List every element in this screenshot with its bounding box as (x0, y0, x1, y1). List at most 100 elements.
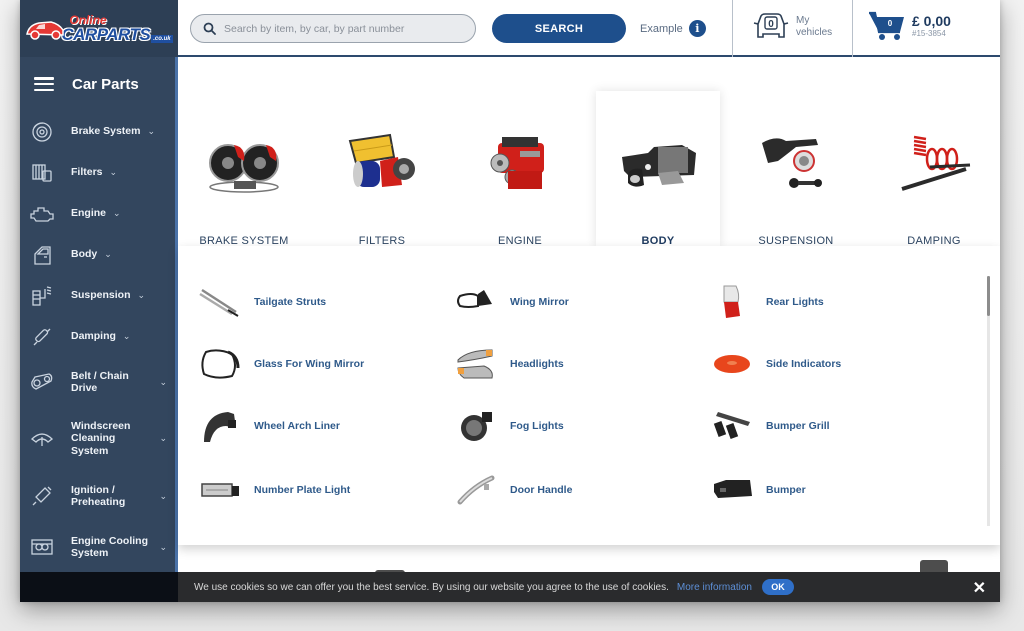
header-divider (732, 0, 733, 57)
subcategory-side-indicators[interactable]: Side Indicators (710, 346, 841, 382)
header: SEARCH Example i 0 My vehicles (178, 0, 1000, 57)
sidebar-item-suspension[interactable]: Suspension ⌄ (20, 275, 175, 316)
category-engine[interactable]: ENGINE (458, 91, 582, 247)
scrollbar-thumb[interactable] (987, 276, 990, 316)
category-filters[interactable]: FILTERS (320, 91, 444, 247)
fog-lights-image (461, 412, 492, 441)
radiator-icon (30, 535, 54, 559)
body-subcategory-panel: Tailgate Struts Glass For Wing Mirror Wh… (178, 246, 1000, 545)
cart-count: 0 (887, 19, 893, 28)
example-link[interactable]: Example i (640, 20, 706, 37)
category-damping[interactable]: DAMPING (872, 91, 996, 247)
cart-button[interactable]: 0 £ 0,00 #15-3854 (868, 10, 951, 42)
wheel-arch-liner-image (204, 412, 236, 442)
subcategory-bumper[interactable]: Bumper (710, 472, 806, 508)
belt-drive-icon (30, 370, 54, 394)
damping-image (901, 135, 971, 191)
subcategory-wheel-arch-liner[interactable]: Wheel Arch Liner (198, 408, 340, 444)
close-icon[interactable]: ✕ (973, 578, 986, 598)
info-icon[interactable]: i (688, 20, 706, 37)
my-vehicles-button[interactable]: 0 My vehicles (752, 12, 832, 42)
sidebar: Car Parts Brake System ⌄ Filters ⌄ Engin… (20, 57, 178, 572)
cart-reference: #15-3854 (912, 29, 946, 38)
header-divider (852, 0, 853, 57)
browser-page: Online CARPARTS .co.uk SEARCH Example i (20, 0, 1000, 602)
search-button[interactable]: SEARCH (492, 14, 626, 43)
panel-scrollbar[interactable] (987, 276, 990, 526)
subcategory-fog-lights[interactable]: Fog Lights (454, 408, 564, 444)
subcategory-rear-lights[interactable]: Rear Lights (710, 284, 824, 320)
sidebar-item-belt-chain-drive[interactable]: Belt / Chain Drive ⌄ (20, 357, 175, 407)
subcategory-glass-for-wing-mirror[interactable]: Glass For Wing Mirror (198, 346, 364, 382)
chevron-down-icon: ⌄ (159, 541, 167, 552)
example-label: Example (640, 22, 683, 35)
sidebar-item-engine-cooling[interactable]: Engine Cooling System ⌄ (20, 522, 175, 572)
engine-image (490, 137, 544, 189)
rear-lights-image (723, 285, 740, 318)
subcategory-bumper-grill[interactable]: Bumper Grill (710, 408, 830, 444)
suspension-icon (30, 284, 54, 308)
wing-mirror-image (457, 290, 492, 308)
brake-system-image (209, 144, 279, 193)
spark-plug-icon (30, 484, 54, 508)
logo-carparts-text: CARPARTS (61, 25, 151, 44)
chevron-down-icon: ⌄ (104, 249, 112, 259)
category-tiles: BRAKE SYSTEM FILTERS ENGINE BODY SUSPENS… (178, 59, 1000, 258)
subcategory-number-plate-light[interactable]: Number Plate Light (198, 472, 350, 508)
cookie-banner: We use cookies so we can offer you the b… (178, 572, 1000, 602)
number-plate-light-image (201, 483, 239, 497)
search-icon (203, 22, 216, 35)
car-door-icon (30, 243, 54, 267)
chevron-down-icon: ⌄ (122, 331, 131, 341)
cookie-bar-left (20, 572, 178, 602)
shopping-cart-icon: 0 (868, 10, 906, 42)
search-box[interactable] (190, 14, 476, 43)
sidebar-item-windscreen-cleaning[interactable]: Windscreen Cleaning System ⌄ (20, 407, 175, 470)
suspension-image (762, 138, 822, 188)
category-brake-system[interactable]: BRAKE SYSTEM (182, 91, 306, 247)
sidebar-item-ignition-preheating[interactable]: Ignition / Preheating ⌄ (20, 470, 175, 522)
chevron-down-icon: ⌄ (159, 376, 167, 387)
cart-total: £ 0,00 (912, 13, 951, 29)
search-input[interactable] (224, 22, 464, 35)
chevron-down-icon: ⌄ (147, 126, 156, 136)
subcategory-tailgate-struts[interactable]: Tailgate Struts (198, 284, 326, 320)
sidebar-item-brake-system[interactable]: Brake System ⌄ (20, 111, 175, 152)
chevron-down-icon: ⌄ (159, 490, 167, 501)
sidebar-item-damping[interactable]: Damping ⌄ (20, 316, 175, 357)
side-indicators-image (714, 355, 750, 373)
cookie-ok-button[interactable]: OK (761, 579, 794, 595)
tailgate-struts-image (199, 288, 239, 317)
category-body[interactable]: BODY (596, 91, 720, 247)
shock-absorber-icon (30, 325, 54, 349)
vehicles-count: 0 (768, 19, 774, 30)
filter-icon (30, 161, 54, 185)
headlights-image (457, 349, 493, 379)
logo[interactable]: Online CARPARTS .co.uk (20, 0, 178, 57)
subcategory-door-handle[interactable]: Door Handle (454, 472, 572, 508)
more-information-link[interactable]: More information (677, 582, 752, 593)
body-image (622, 145, 696, 187)
sidebar-item-engine[interactable]: Engine ⌄ (20, 193, 175, 234)
bumper-image (714, 480, 752, 498)
category-suspension[interactable]: SUSPENSION (734, 91, 858, 247)
vehicles-label-line1: My (796, 15, 810, 26)
logo-tld-text: .co.uk (151, 35, 173, 43)
chevron-down-icon: ⌄ (159, 433, 167, 443)
car-logo-icon (26, 20, 65, 40)
cookie-message: We use cookies so we can offer you the b… (194, 581, 669, 593)
wing-mirror-glass-image (201, 349, 240, 379)
wiper-icon (30, 427, 54, 451)
bumper-grill-image (713, 412, 750, 439)
chevron-down-icon: ⌄ (109, 167, 118, 177)
vehicles-label-line2: vehicles (796, 27, 833, 38)
sidebar-item-body[interactable]: Body ⌄ (20, 234, 175, 275)
subcategory-headlights[interactable]: Headlights (454, 346, 564, 382)
hamburger-menu-icon[interactable] (34, 77, 54, 91)
sidebar-item-filters[interactable]: Filters ⌄ (20, 152, 175, 193)
chevron-down-icon: ⌄ (113, 208, 121, 218)
brake-disc-icon (30, 120, 54, 144)
sidebar-header: Car Parts (20, 57, 175, 111)
chevron-down-icon: ⌄ (137, 290, 146, 300)
subcategory-wing-mirror[interactable]: Wing Mirror (454, 284, 569, 320)
